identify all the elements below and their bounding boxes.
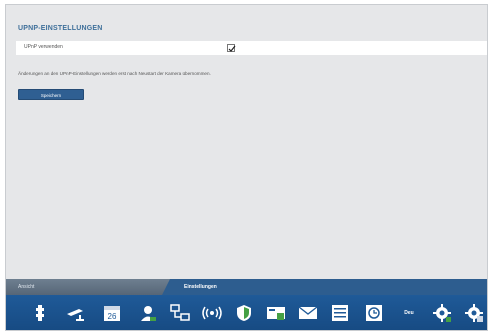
upnp-checkbox[interactable] bbox=[227, 44, 236, 52]
tab-settings[interactable]: Einstellungen bbox=[184, 284, 217, 290]
advanced-settings-icon[interactable] bbox=[462, 302, 486, 324]
info-text: Änderungen an den UPnP-Einstellungen wer… bbox=[18, 71, 211, 76]
network-plug-icon[interactable] bbox=[28, 302, 52, 324]
tab-bar: Ansicht Einstellungen bbox=[6, 279, 487, 295]
language-icon[interactable]: Deu bbox=[394, 302, 424, 324]
settings-content: UPNP-EINSTELLUNGEN UPnP verwenden Änderu… bbox=[6, 5, 487, 279]
list-icon[interactable] bbox=[328, 302, 352, 324]
tab-view-label: Ansicht bbox=[18, 284, 35, 290]
apply-button[interactable]: Speichern bbox=[18, 89, 84, 100]
tab-view[interactable]: Ansicht bbox=[6, 279, 170, 295]
section-title: UPNP-EINSTELLUNGEN bbox=[18, 25, 103, 32]
user-icon[interactable] bbox=[136, 302, 160, 324]
dock: 26 Deu bbox=[6, 295, 487, 330]
calendar-day: 26 bbox=[108, 312, 117, 321]
language-label: Deu bbox=[404, 310, 414, 316]
network-devices-icon[interactable] bbox=[168, 302, 192, 324]
calendar-icon[interactable]: 26 bbox=[100, 302, 124, 324]
mail-icon[interactable] bbox=[296, 302, 320, 324]
shield-icon[interactable] bbox=[232, 302, 256, 324]
gear-icon[interactable] bbox=[430, 302, 454, 324]
upnp-label: UPnP verwenden bbox=[24, 44, 63, 50]
app-window: UPNP-EINSTELLUNGEN UPnP verwenden Änderu… bbox=[5, 4, 488, 331]
wireless-icon[interactable] bbox=[200, 302, 224, 324]
upnp-setting-row: UPnP verwenden bbox=[16, 41, 487, 55]
camera-icon[interactable] bbox=[64, 302, 88, 324]
clock-icon[interactable] bbox=[362, 302, 386, 324]
storage-icon[interactable] bbox=[264, 302, 288, 324]
